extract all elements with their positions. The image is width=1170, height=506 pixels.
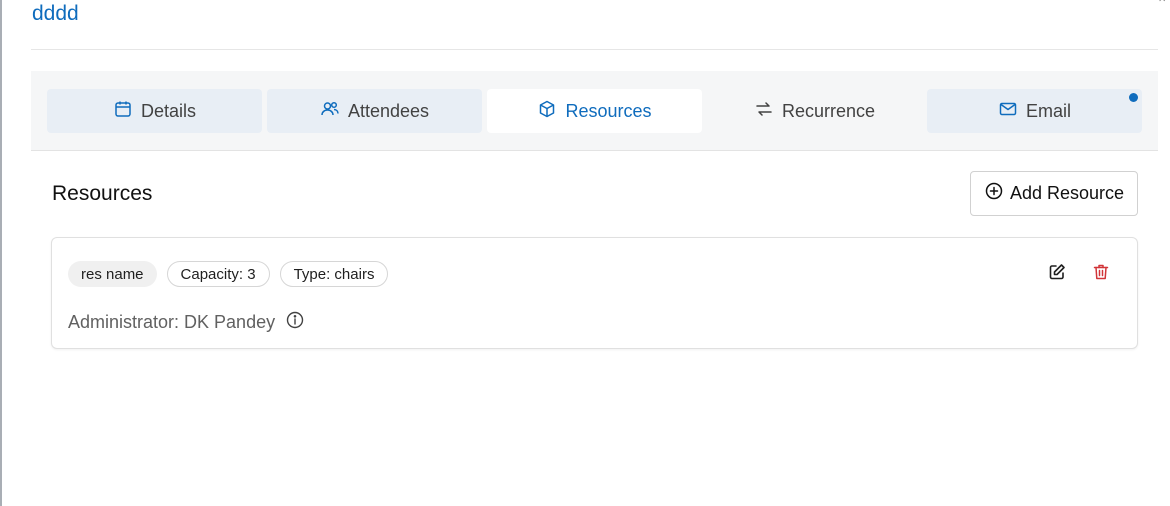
calendar-icon	[113, 99, 133, 124]
mail-icon	[998, 99, 1018, 124]
add-resource-label: Add Resource	[1009, 183, 1125, 203]
resource-chips: res name Capacity: 3 Type: chairs	[68, 261, 389, 287]
cube-icon	[537, 99, 557, 124]
page-title: dddd	[32, 2, 79, 25]
delete-button[interactable]	[1089, 262, 1113, 286]
people-icon	[320, 99, 340, 124]
notification-dot	[1129, 93, 1138, 102]
tab-resources[interactable]: Resources	[487, 89, 702, 133]
administrator-row: Administrator: DK Pandey	[68, 310, 305, 335]
tab-email[interactable]: Email	[927, 89, 1142, 133]
info-icon[interactable]	[285, 310, 305, 335]
edit-icon	[1047, 262, 1067, 287]
tab-attendees[interactable]: Attendees	[267, 89, 482, 133]
close-icon[interactable]: ✕	[1158, 0, 1166, 5]
resource-name-chip: res name	[68, 261, 157, 287]
tab-details[interactable]: Details	[47, 89, 262, 133]
administrator-text: Administrator: DK Pandey	[68, 312, 276, 332]
add-resource-button[interactable]: Add Resource	[970, 171, 1138, 216]
tab-bar: Details Attendees Resources Recurrence E…	[31, 71, 1158, 151]
type-chip: Type: chairs	[279, 261, 389, 287]
tab-email-label: Email	[1025, 100, 1071, 121]
trash-icon	[1091, 262, 1111, 287]
edit-button[interactable]	[1045, 262, 1069, 286]
resource-card: res name Capacity: 3 Type: chairs Admini…	[51, 237, 1138, 349]
plus-circle-icon	[984, 181, 1004, 206]
section-title: Resources	[52, 182, 153, 205]
capacity-chip: Capacity: 3	[166, 261, 270, 287]
tab-attendees-label: Attendees	[347, 100, 430, 121]
arrow-repeat-icon	[754, 99, 774, 124]
tab-recurrence-label: Recurrence	[781, 100, 876, 121]
left-border	[0, 0, 2, 506]
tab-resources-label: Resources	[565, 100, 652, 121]
tab-details-label: Details	[140, 100, 197, 121]
tab-recurrence[interactable]: Recurrence	[707, 89, 922, 133]
title-divider	[31, 49, 1158, 50]
